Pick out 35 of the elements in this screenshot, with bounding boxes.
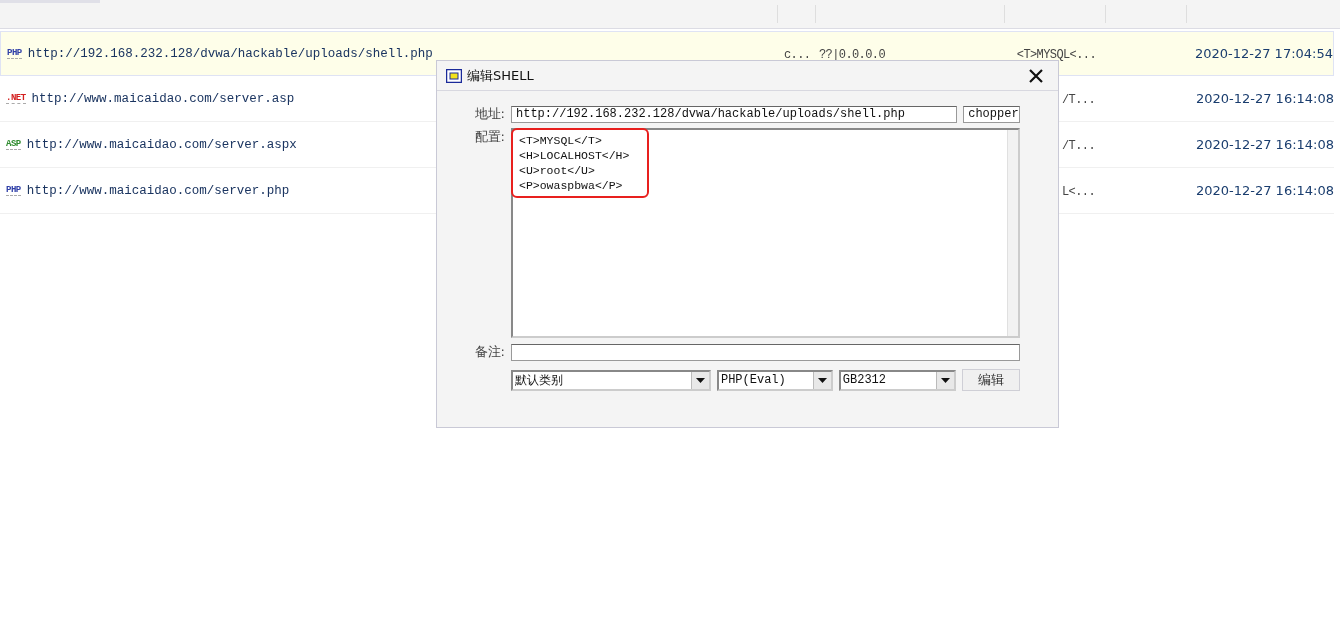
address-field[interactable]: http://192.168.232.128/dvwa/hackable/uploads/shell.php [511,105,958,123]
field-label: 备注: [473,343,505,361]
window-icon [446,68,462,83]
date-time: 2020-12-27 16:14:08 [1195,90,1334,106]
shell-url: http://192.168.232.128/dvwa/hackable/uploads/shell.php [27,46,433,61]
edit-button[interactable]: 编辑 [961,369,1020,391]
script-type-dropdown[interactable]: PHP(Eval) [716,369,833,391]
config-preview: /T... [1062,138,1095,153]
config-line: <T>MYSQL</T> [519,133,603,148]
shell-url: http://www.maicaidao.com/server.php [26,183,290,198]
dropdown-arrow-icon [695,377,705,383]
scrollbar[interactable] [1007,130,1018,336]
date-time: 2020-12-27 16:14:08 [1195,182,1334,198]
dropdown-arrow-icon [817,377,827,383]
dropdown-arrow-icon [940,377,950,383]
shell-url: http://www.maicaidao.com/server.asp [31,91,295,106]
date-time: 2020-12-27 17:04:54 [1194,45,1333,61]
config-preview: <T>MYSQL<... [1016,47,1096,62]
config-preview: L<... [1062,184,1095,199]
remarks-field[interactable] [511,343,1020,361]
config-textarea[interactable]: <T>MYSQL</T> <H>LOCALHOST</H> <U>root</U> <P>owaspbwa</P> [511,128,1020,338]
config-preview: /T... [1062,92,1095,107]
close-icon[interactable] [1028,67,1044,84]
ip-address: ??|0.0.0.0 [819,47,885,62]
date-time: 2020-12-27 16:14:08 [1195,136,1334,152]
field-label: 地址: [473,105,505,123]
field-label: 配置: [473,128,505,146]
config-line: <U>root</U> [519,163,596,178]
table-cell: c... [784,47,811,62]
config-line: <P>owaspbwa</P> [519,178,624,193]
shell-url: http://www.maicaidao.com/server.aspx [26,137,297,152]
category-dropdown[interactable]: 默认类别 [511,369,711,391]
config-line: <H>LOCALHOST</H> [519,148,631,163]
encoding-dropdown[interactable]: GB2312 [838,369,956,391]
password-field[interactable]: chopper [963,105,1020,123]
